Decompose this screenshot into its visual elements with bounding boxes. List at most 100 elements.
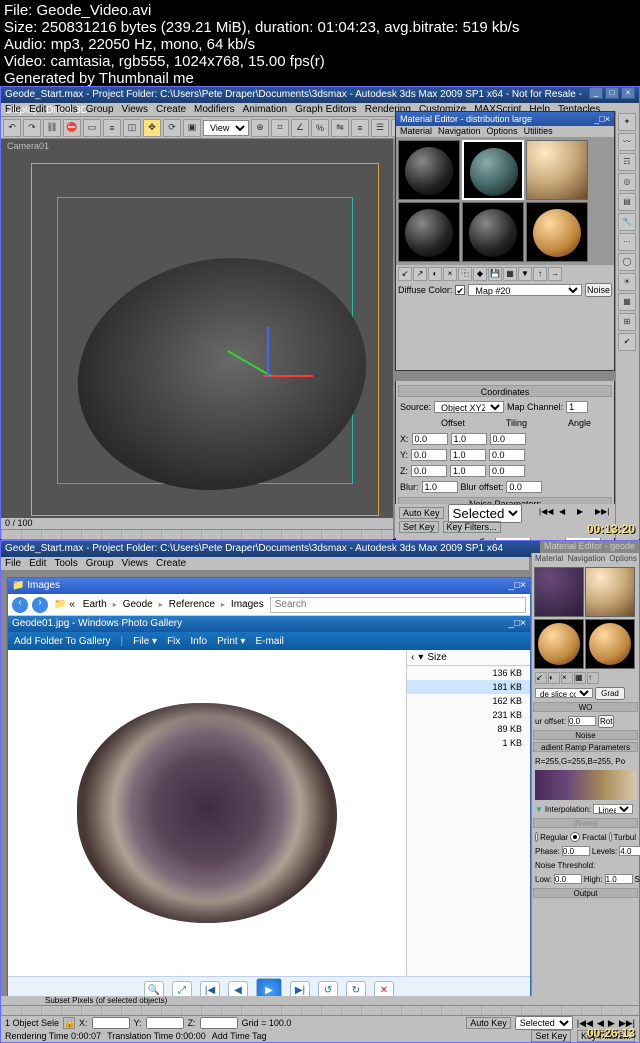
assign-icon[interactable]: ◐ [428, 267, 442, 281]
fractal-radio[interactable] [570, 832, 580, 842]
me-menu-navigation[interactable]: Navigation [438, 126, 481, 137]
forward-icon[interactable]: › [32, 597, 48, 613]
undo-icon[interactable]: ↶ [3, 119, 21, 137]
unlink-icon[interactable]: ⛔ [63, 119, 81, 137]
rotate-button[interactable]: Rot [598, 715, 614, 728]
blur-spinner[interactable] [422, 481, 458, 493]
me-menu-options[interactable]: Options [487, 126, 518, 137]
wpg-email[interactable]: E-mail [255, 636, 283, 647]
back-icon[interactable]: ‹ [12, 597, 28, 613]
add-time-tag[interactable]: Add Time Tag [212, 1031, 267, 1041]
autokey-button[interactable]: Auto Key [466, 1017, 511, 1029]
display-tab-icon[interactable]: ▤ [618, 193, 636, 211]
link-icon[interactable]: ⛓ [43, 119, 61, 137]
menu-file[interactable]: File [5, 103, 21, 116]
put-material-icon[interactable]: ↗ [413, 267, 427, 281]
snap-icon[interactable]: ⌗ [271, 119, 289, 137]
wpg-fix[interactable]: Fix [167, 636, 180, 647]
folder-icon[interactable]: 📁 « [52, 599, 77, 610]
material-slot[interactable] [526, 202, 588, 262]
me-tool-icon[interactable]: ↙ [535, 672, 547, 684]
show-map-icon[interactable]: ▦ [503, 267, 517, 281]
goto-start-icon[interactable]: |◀◀ [539, 507, 555, 519]
close-icon[interactable]: × [621, 87, 635, 99]
wpg-add-folder[interactable]: Add Folder To Gallery [14, 636, 111, 647]
menu-animation[interactable]: Animation [243, 103, 287, 116]
me-tool-icon[interactable]: ◐ [548, 672, 560, 684]
key-filter-dropdown[interactable]: Selected [448, 504, 522, 523]
transform-z[interactable] [200, 1017, 238, 1029]
rotate-icon[interactable]: ⟳ [163, 119, 181, 137]
material-slot[interactable] [462, 202, 524, 262]
gizmo-z-icon[interactable] [267, 327, 269, 377]
pivot-icon[interactable]: ⊕ [251, 119, 269, 137]
next-frame-icon[interactable]: ▶▶| [595, 507, 611, 519]
material-slot[interactable] [526, 140, 588, 200]
z-tiling[interactable] [450, 465, 486, 477]
crumb-geode[interactable]: Geode [121, 599, 155, 610]
low-spinner[interactable] [554, 874, 582, 884]
me-tool-icon[interactable]: ↑ [587, 672, 599, 684]
redo-icon[interactable]: ↷ [23, 119, 41, 137]
crumb-images[interactable]: Images [229, 599, 266, 610]
wpg-info[interactable]: Info [190, 636, 207, 647]
x-offset[interactable] [412, 433, 448, 445]
coordinates-rollout[interactable]: Coordinates [398, 385, 612, 397]
high-spinner[interactable] [605, 874, 633, 884]
list-item[interactable]: 162 KB [407, 694, 530, 708]
interp-dropdown[interactable]: Linear [593, 804, 633, 814]
menu-graph[interactable]: Graph Editors [295, 103, 357, 116]
make-copy-icon[interactable]: ⿻ [458, 267, 472, 281]
autokey-label[interactable]: Auto Key [399, 507, 444, 519]
menu-tools[interactable]: Tools [54, 103, 77, 116]
map-channel-spinner[interactable] [566, 401, 588, 413]
minimize-icon[interactable]: _ [589, 87, 603, 99]
material-slot[interactable] [398, 140, 460, 200]
y-offset[interactable] [411, 449, 447, 461]
x-angle[interactable] [490, 433, 526, 445]
list-item[interactable]: 181 KB [407, 680, 530, 694]
material-slot[interactable] [398, 202, 460, 262]
modify-tab-icon[interactable]: 〰 [618, 133, 636, 151]
wpg-print[interactable]: Print ▾ [217, 636, 245, 647]
timeline-ruler[interactable] [1, 530, 393, 540]
wpg-close-icon[interactable]: × [520, 618, 526, 629]
size-column[interactable]: ‹▾Size [407, 650, 530, 666]
x-tiling[interactable] [451, 433, 487, 445]
list-item[interactable]: 231 KB [407, 708, 530, 722]
me-menu-utilities[interactable]: Utilities [524, 126, 553, 137]
z-offset[interactable] [411, 465, 447, 477]
list-item[interactable]: 136 KB [407, 666, 530, 680]
viewport-camera01[interactable]: Camera01 0 / 100 1 Object Sele 🔒 X: Y: Z… [1, 139, 393, 574]
keyfilter-label[interactable]: Key Filters... [443, 521, 501, 533]
motion-tab-icon[interactable]: ◎ [618, 173, 636, 191]
material-slot[interactable] [534, 567, 584, 617]
map-name-field[interactable]: Map #20 [468, 284, 582, 296]
menu-create[interactable]: Create [156, 103, 186, 116]
select-name-icon[interactable]: ≡ [103, 119, 121, 137]
me-menu-material[interactable]: Material [400, 126, 432, 137]
map-name-field[interactable]: de slice colors [535, 688, 593, 698]
ref-coord-dropdown[interactable]: View [203, 120, 249, 136]
type-button[interactable]: Grad [595, 687, 625, 700]
menu-views[interactable]: Views [122, 103, 149, 116]
menu-modifiers[interactable]: Modifiers [194, 103, 235, 116]
wpg-file[interactable]: File ▾ [133, 636, 157, 647]
scale-icon[interactable]: ▣ [183, 119, 201, 137]
material-editor[interactable]: Material Editor - distribution large _□×… [395, 111, 615, 371]
material-slot[interactable] [585, 619, 635, 669]
options-icon[interactable]: ⋯ [618, 233, 636, 251]
frame-indicator[interactable]: 0 / 100 [5, 518, 33, 528]
align-icon[interactable]: ≡ [351, 119, 369, 137]
type-button[interactable]: Noise [585, 283, 612, 297]
turbul-radio[interactable] [609, 832, 612, 842]
material-slot[interactable] [585, 567, 635, 617]
z-angle[interactable] [489, 465, 525, 477]
go-sibling-icon[interactable]: → [548, 267, 562, 281]
put-library-icon[interactable]: 💾 [488, 267, 502, 281]
backlight-icon[interactable]: ☀ [618, 273, 636, 291]
maximize-icon[interactable]: □ [605, 87, 619, 99]
menu-edit[interactable]: Edit [29, 103, 46, 116]
me-tool-icon[interactable]: × [561, 672, 573, 684]
source-dropdown[interactable]: Object XYZ [434, 401, 504, 413]
